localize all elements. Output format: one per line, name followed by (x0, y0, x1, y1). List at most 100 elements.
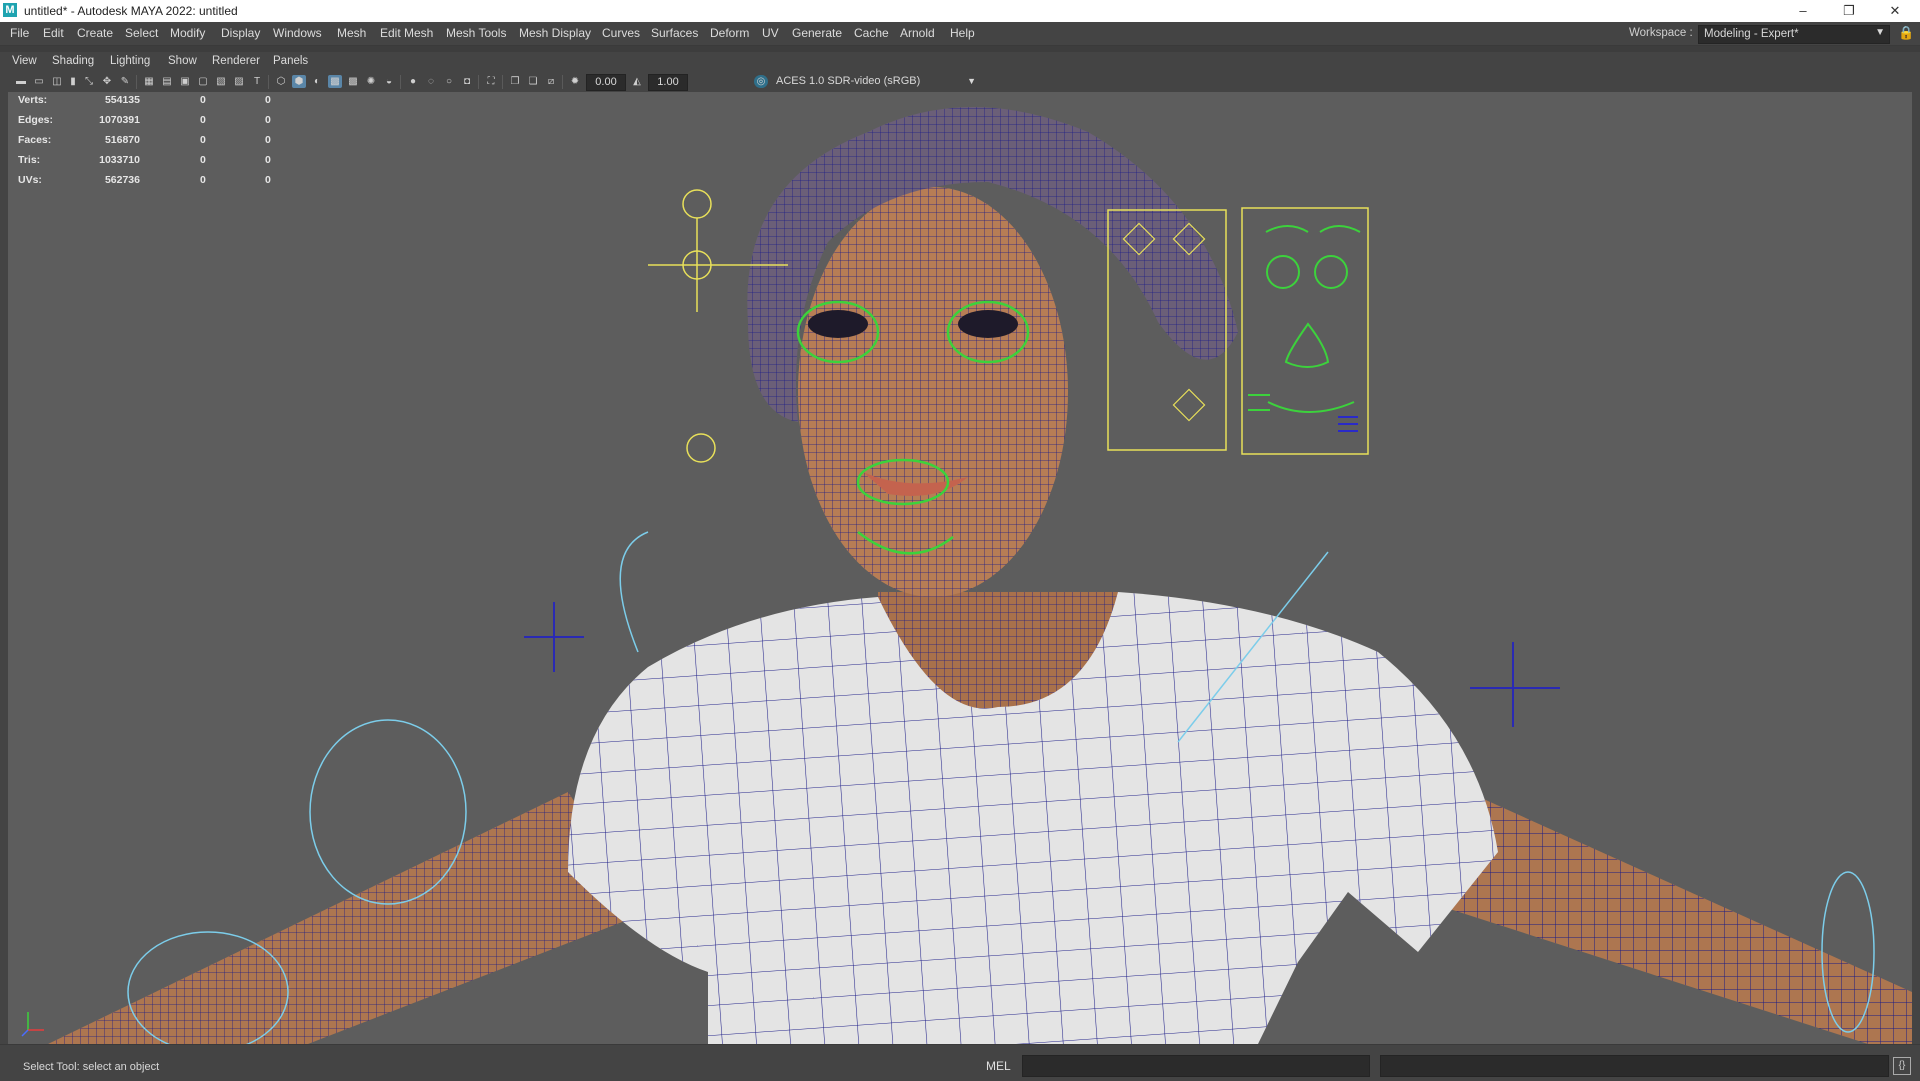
textured-icon[interactable]: ▩ (346, 75, 360, 88)
hud-selected: 0 (200, 154, 206, 166)
hud-row-verts: Verts: 554135 0 0 (18, 92, 288, 112)
xray-joints-icon[interactable]: ⧄ (544, 75, 558, 88)
anti-aliasing-icon[interactable]: ○ (442, 75, 456, 88)
image-plane-icon[interactable]: ▮ (66, 75, 80, 88)
film-gate-icon[interactable]: ▤ (160, 75, 174, 88)
menu-curves[interactable]: Curves (602, 26, 640, 40)
panel-menu-shading[interactable]: Shading (52, 55, 94, 67)
hud-extra: 0 (265, 174, 271, 186)
ambient-occlusion-icon[interactable]: ● (406, 75, 420, 88)
wireframe-on-shaded-icon[interactable]: ▩ (328, 75, 342, 88)
field-chart-icon[interactable]: ▧ (214, 75, 228, 88)
grid-icon[interactable]: ▦ (142, 75, 156, 88)
close-button[interactable]: ✕ (1872, 0, 1918, 22)
shadows-icon[interactable]: ◒ (382, 75, 396, 88)
workspace-dropdown[interactable]: Modeling - Expert* ▼ (1698, 25, 1890, 44)
safe-action-icon[interactable]: ▨ (232, 75, 246, 88)
xray-active-icon[interactable]: ❏ (526, 75, 540, 88)
axis-indicator-icon (21, 1012, 44, 1037)
menu-select[interactable]: Select (125, 26, 158, 40)
safe-title-icon[interactable]: T (250, 75, 264, 88)
exposure-icon[interactable]: ✹ (568, 75, 582, 88)
motion-blur-icon[interactable]: ◌ (424, 75, 438, 88)
menu-mesh[interactable]: Mesh (337, 26, 366, 40)
hud-selected: 0 (200, 94, 206, 106)
menu-file[interactable]: File (10, 26, 29, 40)
viewport-3d[interactable]: Verts: 554135 0 0 Edges: 1070391 0 0 Fac… (8, 92, 1912, 1044)
hud-selected: 0 (200, 134, 206, 146)
camera-attributes-icon[interactable]: ▭ (32, 75, 46, 88)
smooth-shade-icon[interactable]: ⬢ (292, 75, 306, 88)
hud-selected: 0 (200, 114, 206, 126)
scene-render (21, 107, 1912, 1044)
maximize-button[interactable]: ❐ (1826, 0, 1872, 22)
hud-row-uvs: UVs: 562736 0 0 (18, 172, 288, 192)
menu-display[interactable]: Display (221, 26, 260, 40)
menu-generate[interactable]: Generate (792, 26, 842, 40)
gamma-field[interactable]: 1.00 (648, 74, 688, 91)
menu-edit[interactable]: Edit (43, 26, 64, 40)
workspace-label: Workspace : (1629, 27, 1693, 39)
panel-toolbar: ▬ ▭ ◫ ▮ ⤡ ✥ ✎ ▦ ▤ ▣ ▢ ▧ ▨ T ⬡ ⬢ ◐ ▩ ▩ ✺ … (8, 72, 1912, 93)
lock-icon[interactable]: 🔒 (1898, 25, 1914, 41)
camera-select-icon[interactable]: ▬ (14, 75, 28, 88)
hud-label: Tris: (18, 154, 41, 166)
2d-pan-zoom-icon[interactable]: ⤡ (82, 75, 96, 88)
menu-help[interactable]: Help (950, 26, 975, 40)
menu-modify[interactable]: Modify (170, 26, 205, 40)
exposure-field[interactable]: 0.00 (586, 74, 626, 91)
hud-label: Faces: (18, 134, 52, 146)
hud-value: 554135 (104, 94, 140, 106)
hud-extra: 0 (265, 154, 271, 166)
script-editor-icon[interactable]: {} (1893, 1057, 1911, 1075)
xray-icon[interactable]: ❐ (508, 75, 522, 88)
gamma-icon[interactable]: ◭ (630, 75, 644, 88)
bookmark-icon[interactable]: ◫ (50, 75, 64, 88)
hud-value: 516870 (104, 134, 140, 146)
hud-value: 1033710 (99, 154, 140, 166)
chevron-down-icon: ▼ (1875, 27, 1885, 38)
view-transform-dropdown[interactable]: ACES 1.0 SDR-video (sRGB) ▼ (776, 74, 980, 89)
isolate-select-icon[interactable]: ⛶ (484, 75, 498, 88)
wireframe-icon[interactable]: ⬡ (274, 75, 288, 88)
help-line: Select Tool: select an object (23, 1061, 160, 1073)
default-material-icon[interactable]: ◐ (310, 75, 324, 88)
menu-mesh-display[interactable]: Mesh Display (519, 26, 591, 40)
hud-extra: 0 (265, 94, 271, 106)
panel-menu-bar: View Shading Lighting Show Renderer Pane… (8, 52, 1912, 72)
menu-windows[interactable]: Windows (273, 26, 322, 40)
right-arm (1428, 792, 1912, 1044)
menu-edit-mesh[interactable]: Edit Mesh (380, 26, 433, 40)
menu-deform[interactable]: Deform (710, 26, 749, 40)
panel-menu-view[interactable]: View (12, 55, 37, 67)
gate-mask-icon[interactable]: ▢ (196, 75, 210, 88)
workspace-value: Modeling - Expert* (1704, 28, 1799, 40)
color-management-icon[interactable]: ◎ (754, 75, 768, 88)
menu-create[interactable]: Create (77, 26, 113, 40)
menu-surfaces[interactable]: Surfaces (651, 26, 698, 40)
panel-menu-renderer[interactable]: Renderer (212, 55, 260, 67)
minimize-button[interactable]: – (1780, 0, 1826, 22)
hud-label: UVs: (18, 174, 42, 186)
pencil-icon[interactable]: ✎ (118, 75, 132, 88)
menu-cache[interactable]: Cache (854, 26, 889, 40)
panel-menu-panels[interactable]: Panels (273, 55, 308, 67)
menu-uv[interactable]: UV (762, 26, 779, 40)
command-input[interactable] (1022, 1055, 1370, 1077)
lights-icon[interactable]: ✺ (364, 75, 378, 88)
view-transform-value: ACES 1.0 SDR-video (sRGB) (776, 75, 921, 87)
panel-menu-show[interactable]: Show (168, 55, 197, 67)
command-result-field (1380, 1055, 1889, 1077)
command-language-toggle[interactable]: MEL (986, 1059, 1011, 1073)
grease-pencil-icon[interactable]: ✥ (100, 75, 114, 88)
hud-row-faces: Faces: 516870 0 0 (18, 132, 288, 152)
panel-menu-lighting[interactable]: Lighting (110, 55, 150, 67)
resolution-gate-icon[interactable]: ▣ (178, 75, 192, 88)
depth-of-field-icon[interactable]: ◘ (460, 75, 474, 88)
chevron-down-icon: ▼ (967, 76, 976, 86)
poly-count-hud: Verts: 554135 0 0 Edges: 1070391 0 0 Fac… (18, 92, 288, 192)
menu-mesh-tools[interactable]: Mesh Tools (446, 26, 506, 40)
menu-arnold[interactable]: Arnold (900, 26, 935, 40)
hud-row-tris: Tris: 1033710 0 0 (18, 152, 288, 172)
command-line-bar: Select Tool: select an object MEL {} (0, 1044, 1920, 1081)
